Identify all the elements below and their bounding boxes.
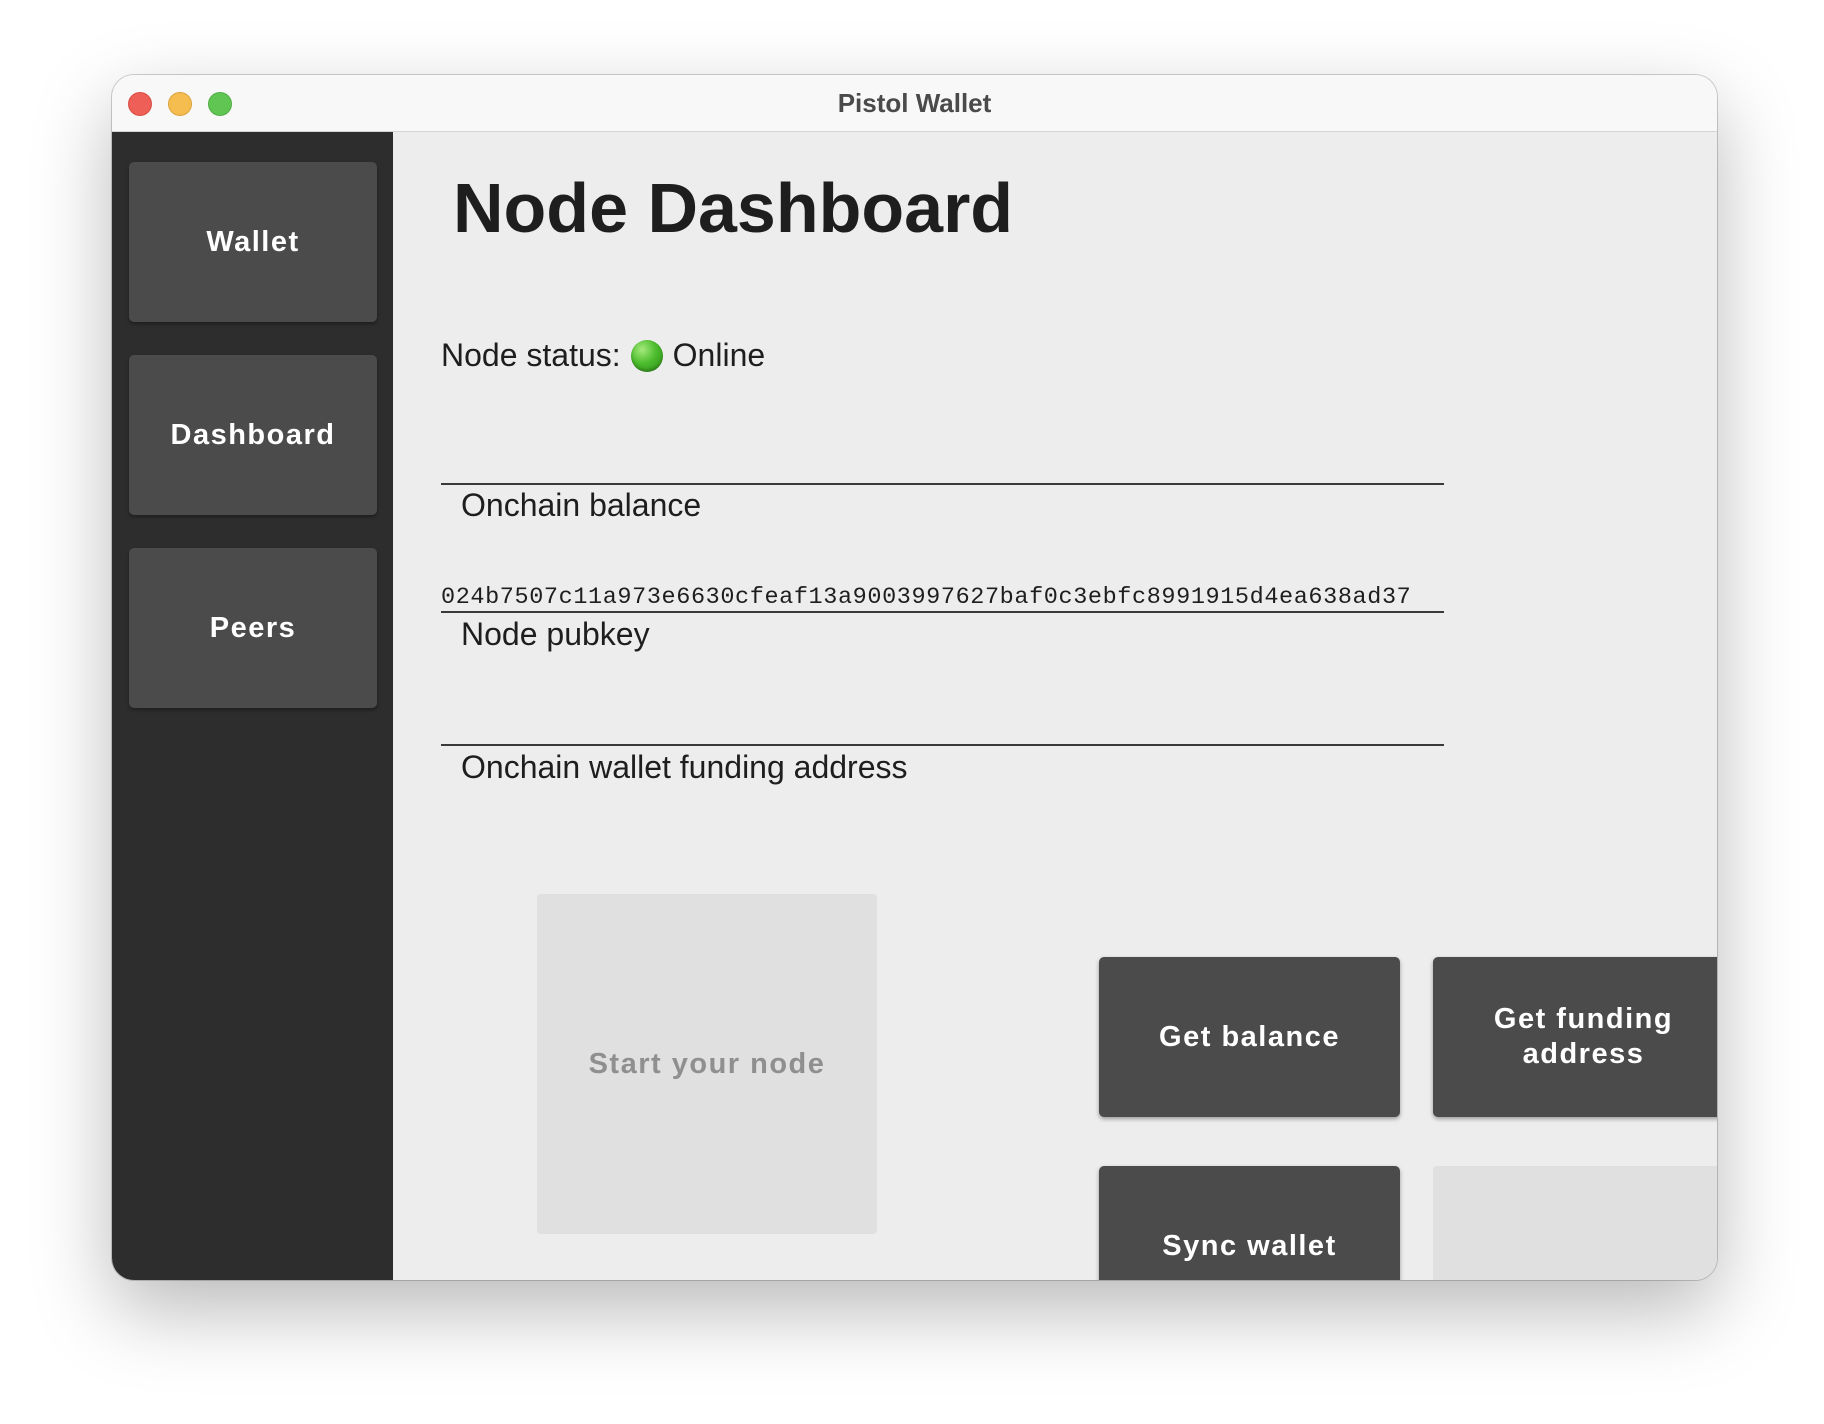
green-circle-icon [630, 339, 663, 372]
sidebar: Wallet Dashboard Peers [112, 132, 393, 1280]
title-bar[interactable]: Pistol Wallet [112, 75, 1717, 132]
start-node-button[interactable]: Start your node [537, 894, 877, 1234]
node-pubkey-label: Node pubkey [461, 616, 650, 652]
funding-address-label: Onchain wallet funding address [461, 749, 908, 785]
node-pubkey-field[interactable] [441, 611, 1444, 613]
app-window: Pistol Wallet Wallet Dashboard Peers Nod… [112, 75, 1717, 1280]
sync-wallet-button[interactable]: Sync wallet [1099, 1166, 1400, 1280]
main-content: Node Dashboard Node status: Online Oncha… [393, 132, 1717, 1280]
onchain-balance-label: Onchain balance [461, 487, 702, 523]
page-title: Node Dashboard [453, 169, 1014, 247]
node-pubkey-value[interactable]: 024b7507c11a973e6630cfeaf13a9003997627ba… [441, 584, 1411, 611]
node-status-label: Node status: [441, 337, 621, 373]
onchain-balance-field[interactable] [441, 483, 1444, 485]
node-status-value: Online [672, 337, 766, 373]
node-status: Node status: Online [441, 337, 765, 374]
get-funding-address-button[interactable]: Get funding address [1433, 957, 1717, 1117]
sidebar-item-peers[interactable]: Peers [129, 548, 377, 708]
sidebar-item-dashboard[interactable]: Dashboard [129, 355, 377, 515]
funding-address-field[interactable] [441, 744, 1444, 746]
disabled-button [1433, 1166, 1717, 1280]
get-balance-button[interactable]: Get balance [1099, 957, 1400, 1117]
sidebar-item-wallet[interactable]: Wallet [129, 162, 377, 322]
window-title: Pistol Wallet [837, 88, 992, 118]
